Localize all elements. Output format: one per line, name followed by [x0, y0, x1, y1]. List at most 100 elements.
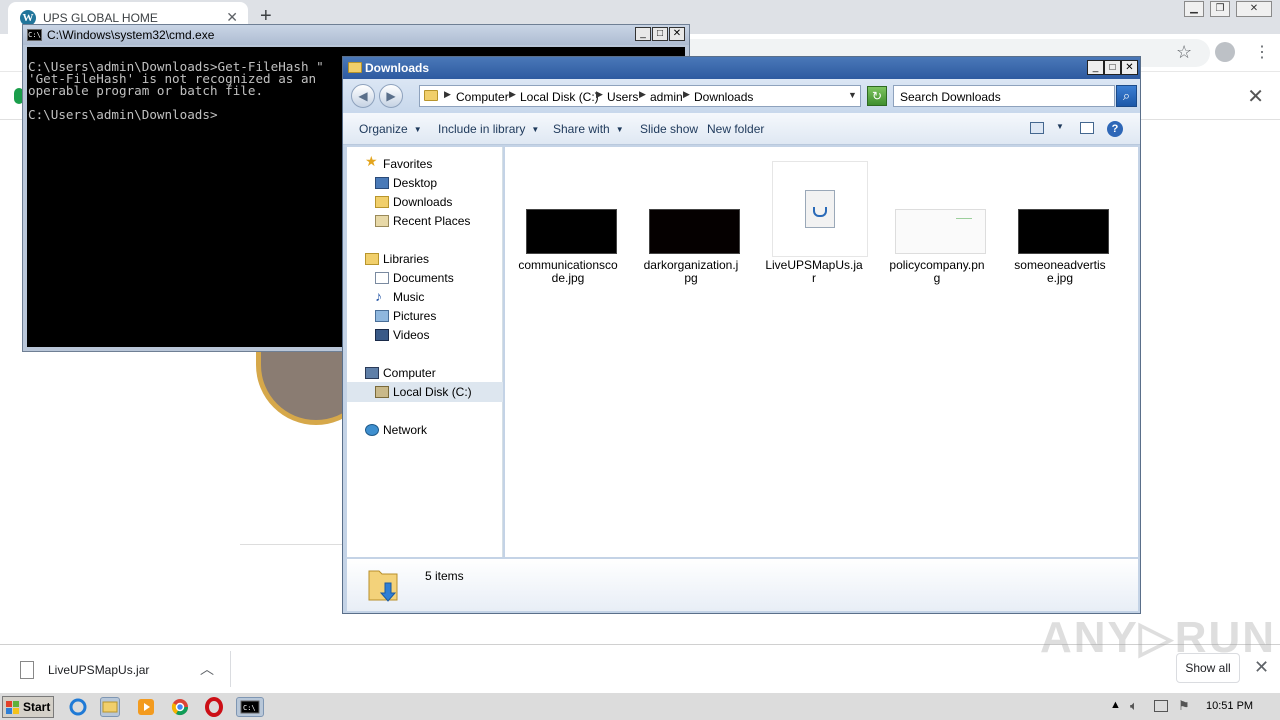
nav-music[interactable]: Music — [393, 290, 424, 304]
opera-icon[interactable] — [204, 697, 224, 717]
breadcrumb-chevron-icon[interactable]: ▶ — [683, 89, 690, 100]
breadcrumb-chevron-icon[interactable]: ▶ — [444, 89, 451, 100]
download-file-name[interactable]: LiveUPSMapUs.jar — [48, 663, 149, 677]
internet-explorer-icon[interactable] — [68, 697, 88, 717]
nav-network[interactable]: Network — [383, 423, 427, 437]
preview-pane-icon[interactable] — [1080, 122, 1094, 134]
explorer-close-button[interactable]: ✕ — [1121, 60, 1138, 75]
folder-icon — [424, 90, 438, 101]
breadcrumb-item[interactable]: admin — [650, 90, 683, 104]
breadcrumb-chevron-icon[interactable]: ▶ — [509, 89, 516, 100]
volume-icon[interactable]: 🔈︎ — [1130, 698, 1138, 714]
change-view-icon[interactable] — [1030, 122, 1044, 134]
chevron-up-icon[interactable]: ︿ — [200, 659, 214, 679]
file-name: someoneadvertise.jpg — [1014, 258, 1106, 285]
computer-icon — [365, 367, 379, 379]
explorer-taskbar-icon[interactable] — [100, 697, 120, 717]
folder-icon — [348, 62, 362, 73]
show-hidden-icons-icon[interactable]: ▲ — [1110, 699, 1121, 711]
star-icon: ★ — [365, 153, 378, 169]
nav-videos[interactable]: Videos — [393, 328, 429, 342]
slide-show-button[interactable]: Slide show — [640, 122, 698, 136]
breadcrumb-item[interactable]: Local Disk (C:) — [520, 90, 599, 104]
file-item[interactable]: communicationscode.jpg — [518, 155, 618, 285]
file-icon-frame — [772, 161, 868, 257]
cmd-titlebar[interactable]: C:\ C:\Windows\system32\cmd.exe _ □ ✕ — [23, 25, 689, 45]
nav-libraries[interactable]: Libraries — [383, 252, 429, 266]
search-icon[interactable]: ⌕ — [1116, 85, 1137, 107]
cmd-close-button[interactable]: ✕ — [669, 27, 685, 41]
include-in-library-menu[interactable]: Include in library ▼ — [438, 122, 539, 136]
cmd-maximize-button[interactable]: □ — [652, 27, 668, 41]
file-item[interactable]: someoneadvertise.jpg — [1010, 155, 1110, 285]
network-icon — [365, 424, 379, 436]
nav-local-disk[interactable]: Local Disk (C:) — [393, 385, 472, 399]
explorer-minimize-button[interactable]: _ — [1087, 60, 1104, 75]
file-name: darkorganization.jpg — [643, 258, 739, 285]
breadcrumb-chevron-icon[interactable]: ▶ — [639, 89, 646, 100]
browser-close-button[interactable]: ✕ — [1236, 1, 1272, 17]
cmd-icon: C:\ — [27, 29, 42, 41]
watermark-logo: ANY▷RUN — [1040, 613, 1277, 662]
taskbar-clock[interactable]: 10:51 PM — [1206, 700, 1253, 712]
command-bar: Organize ▼ Include in library ▼ Share with… — [343, 113, 1140, 145]
desktop-icon — [375, 177, 389, 189]
bookmark-star-icon[interactable]: ☆ — [1176, 42, 1192, 63]
libraries-icon — [365, 253, 379, 265]
address-dropdown-icon[interactable]: ▼ — [848, 90, 857, 100]
address-row: ◀ ▶ ▶ Computer ▶ Local Disk (C:) ▶ Users… — [343, 79, 1140, 113]
start-label: Start — [23, 700, 51, 714]
browser-menu-icon[interactable]: ⋮ — [1254, 42, 1270, 62]
share-with-menu[interactable]: Share with ▼ — [553, 122, 624, 136]
file-name: policycompany.png — [889, 258, 985, 285]
file-item[interactable]: policycompany.png — [887, 155, 987, 285]
browser-tab-title: UPS GLOBAL HOME — [43, 11, 158, 25]
forward-button[interactable]: ▶ — [379, 84, 403, 108]
file-item[interactable]: LiveUPSMapUs.jar — [764, 155, 868, 285]
image-thumbnail — [895, 209, 986, 254]
profile-avatar-icon[interactable] — [1215, 42, 1235, 62]
browser-restore-button[interactable]: ❐ — [1210, 1, 1230, 17]
java-cup-icon — [813, 207, 827, 217]
chrome-icon[interactable] — [170, 697, 190, 717]
breadcrumb-item[interactable]: Users — [607, 90, 638, 104]
image-thumbnail — [649, 209, 740, 254]
taskbar: Start C:\ ▲ 🔈︎ ⚑ 10:51 PM — [0, 692, 1280, 720]
address-box[interactable]: ▶ Computer ▶ Local Disk (C:) ▶ Users ▶ a… — [419, 85, 861, 107]
cmd-taskbar-icon[interactable]: C:\ — [236, 697, 264, 717]
nav-downloads[interactable]: Downloads — [393, 195, 452, 209]
share-with-label: Share with — [553, 122, 610, 136]
breadcrumb-item[interactable]: Downloads — [694, 90, 753, 104]
file-item[interactable]: darkorganization.jpg — [641, 155, 741, 285]
nav-documents[interactable]: Documents — [393, 271, 454, 285]
dropdown-caret-icon: ▼ — [615, 125, 624, 134]
action-center-flag-icon[interactable]: ⚑ — [1178, 698, 1190, 714]
start-button[interactable]: Start — [2, 696, 54, 718]
thumbnail-detail — [956, 218, 972, 219]
explorer-titlebar[interactable]: Downloads _ □ ✕ — [343, 57, 1140, 79]
nav-computer[interactable]: Computer — [383, 366, 436, 380]
network-status-icon[interactable] — [1154, 700, 1168, 712]
nav-favorites[interactable]: Favorites — [383, 157, 432, 171]
cmd-minimize-button[interactable]: _ — [635, 27, 651, 41]
new-folder-button[interactable]: New folder — [707, 122, 764, 136]
dropdown-caret-icon: ▼ — [413, 125, 422, 134]
back-button[interactable]: ◀ — [351, 84, 375, 108]
help-icon[interactable]: ? — [1107, 121, 1123, 137]
breadcrumb-chevron-icon[interactable]: ▶ — [596, 89, 603, 100]
nav-desktop[interactable]: Desktop — [393, 176, 437, 190]
nav-pictures[interactable]: Pictures — [393, 309, 436, 323]
organize-label: Organize — [359, 122, 408, 136]
banner-close-icon[interactable]: ✕ — [1247, 84, 1264, 109]
refresh-button[interactable]: ↻ — [867, 86, 887, 106]
pictures-icon — [375, 310, 389, 322]
search-input[interactable]: Search Downloads — [893, 85, 1115, 107]
breadcrumb-item[interactable]: Computer — [456, 90, 509, 104]
media-player-icon[interactable] — [136, 697, 156, 717]
explorer-maximize-button[interactable]: □ — [1104, 60, 1121, 75]
nav-recent-places[interactable]: Recent Places — [393, 214, 470, 228]
view-dropdown-icon[interactable]: ▼ — [1056, 122, 1064, 131]
organize-menu[interactable]: Organize ▼ — [359, 122, 422, 136]
browser-minimize-button[interactable]: ▁ — [1184, 1, 1204, 17]
local-disk-icon — [375, 386, 389, 398]
